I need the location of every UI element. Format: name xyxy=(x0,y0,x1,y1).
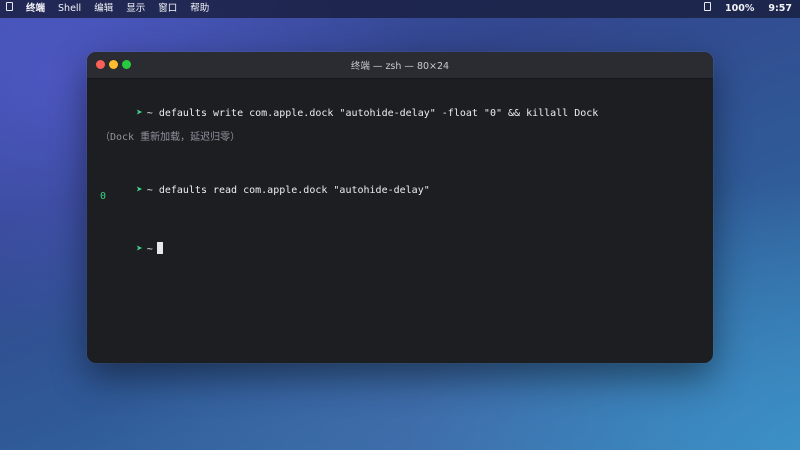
clock[interactable]: 9:57 xyxy=(768,0,792,18)
prompt-arrow-icon: ➤ xyxy=(136,106,143,119)
text-cursor xyxy=(156,242,163,254)
menu-bar-left: 终端 Shell 编辑 显示 窗口 帮助 xyxy=(6,0,222,18)
terminal-line-active-prompt: ➤ ~ xyxy=(100,229,163,269)
prompt-arrow-icon: ➤ xyxy=(136,242,143,255)
prompt-path: ~ xyxy=(146,185,153,196)
menu-bar: 终端 Shell 编辑 显示 窗口 帮助 100% 9:57 xyxy=(0,0,800,18)
prompt-path: ~ xyxy=(146,244,153,255)
prompt-arrow-icon: ➤ xyxy=(136,183,143,196)
command-text: defaults write com.apple.dock "autohide-… xyxy=(158,108,599,119)
terminal-line-command-1: ➤ ~ defaults write com.apple.dock "autohi… xyxy=(100,93,598,133)
close-button[interactable] xyxy=(96,60,105,69)
menu-item-window[interactable]: 窗口 xyxy=(158,0,177,18)
apple-menu-icon[interactable] xyxy=(6,0,13,18)
minimize-button[interactable] xyxy=(109,60,118,69)
menu-bar-right: 100% 9:57 xyxy=(690,0,792,18)
terminal-line-output: 0 xyxy=(100,191,107,202)
terminal-window: 终端 — zsh — 80×24 ➤ ~ defaults write com.a… xyxy=(87,52,713,363)
terminal-line-command-2: ➤ ~ defaults read com.apple.dock "autohid… xyxy=(100,170,430,210)
battery-percentage[interactable]: 100% xyxy=(725,0,754,18)
terminal-content[interactable]: ➤ ~ defaults write com.apple.dock "autohi… xyxy=(87,79,713,255)
window-title: 终端 — zsh — 80×24 xyxy=(350,61,450,72)
traffic-lights xyxy=(96,60,135,69)
menu-item-edit[interactable]: 编辑 xyxy=(94,0,113,18)
menu-item-view[interactable]: 显示 xyxy=(126,0,145,18)
prompt-path: ~ xyxy=(146,108,153,119)
terminal-line-note: （Dock 重新加载，延迟归零） xyxy=(100,132,241,143)
menu-item-help[interactable]: 帮助 xyxy=(190,0,209,18)
status-icon[interactable] xyxy=(704,0,711,18)
command-text: defaults read com.apple.dock "autohide-d… xyxy=(158,185,430,196)
window-titlebar[interactable]: 终端 — zsh — 80×24 xyxy=(87,52,713,79)
menu-item-terminal[interactable]: 终端 xyxy=(26,0,45,18)
menu-item-shell[interactable]: Shell xyxy=(58,0,81,18)
zoom-button[interactable] xyxy=(122,60,131,69)
